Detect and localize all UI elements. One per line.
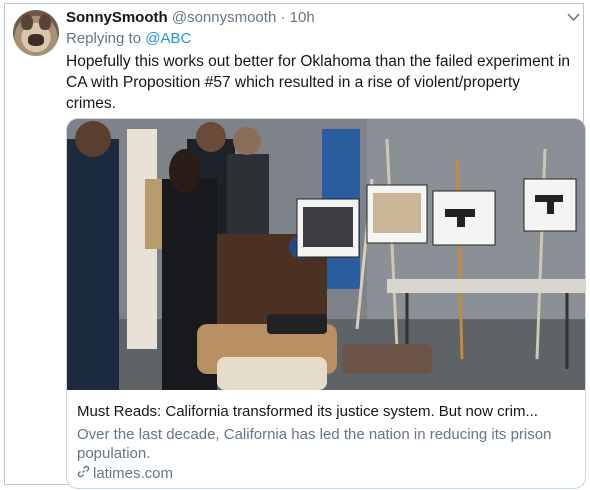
dot-separator: · [280, 9, 286, 26]
avatar-ear-right [39, 14, 51, 30]
link-card[interactable]: Must Reads: California transformed its j… [66, 118, 586, 489]
chevron-down-icon[interactable] [567, 10, 580, 25]
replying-to-link[interactable]: @ABC [145, 30, 191, 47]
card-domain-label: latimes.com [93, 465, 174, 482]
card-domain[interactable]: latimes.com [77, 465, 173, 482]
card-image[interactable] [67, 119, 585, 390]
tweet-header: SonnySmooth @sonnysmooth · 10h [66, 9, 315, 27]
avatar-ear-left [21, 14, 33, 30]
avatar-snout [28, 34, 44, 46]
avatar[interactable] [13, 10, 59, 56]
timestamp[interactable]: 10h [290, 9, 315, 26]
link-icon [77, 465, 90, 482]
user-handle[interactable]: @sonnysmooth [172, 9, 276, 26]
card-description: Over the last decade, California has led… [77, 426, 552, 462]
tweet-text: Hopefully this works out better for Okla… [66, 53, 571, 112]
card-title[interactable]: Must Reads: California transformed its j… [77, 403, 577, 420]
display-name[interactable]: SonnySmooth [66, 9, 168, 26]
tweet-container: SonnySmooth @sonnysmooth · 10h Replying … [4, 3, 586, 489]
replying-to: Replying to @ABC [66, 30, 191, 47]
replying-prefix: Replying to [66, 30, 142, 47]
